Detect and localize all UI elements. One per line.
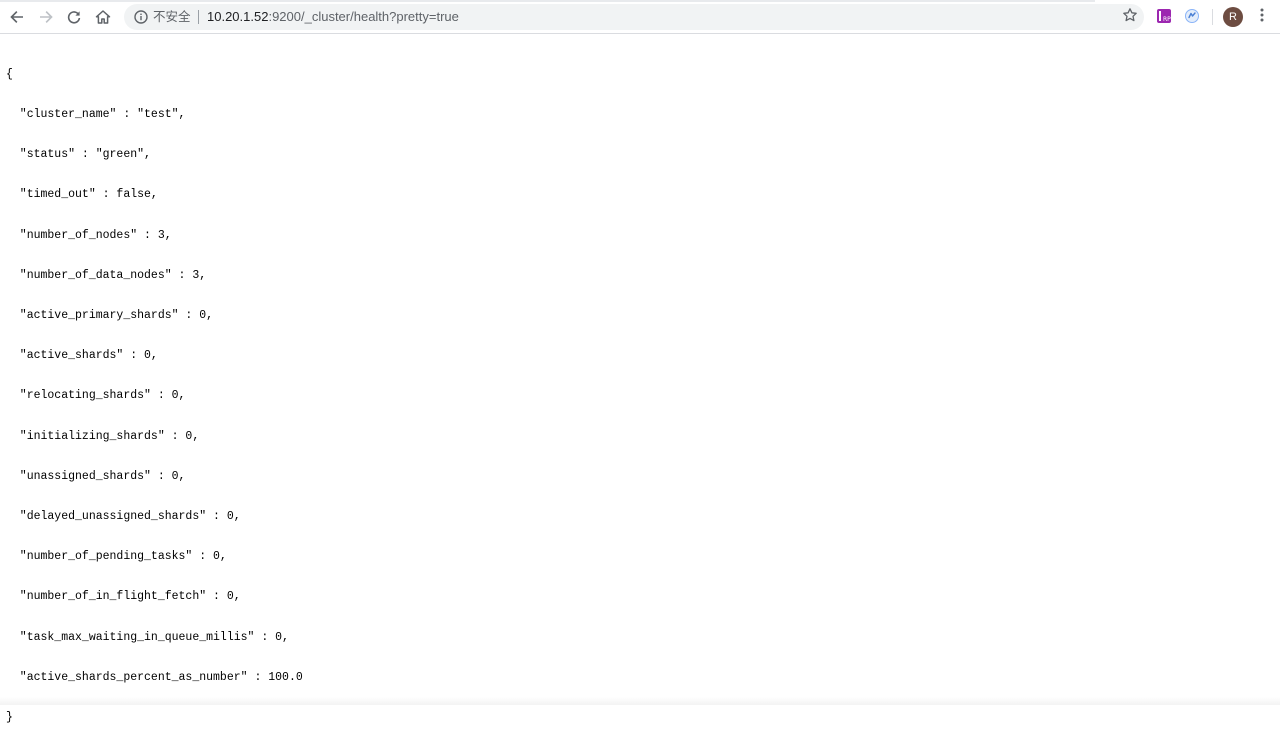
json-line: }	[6, 711, 1266, 724]
json-line: "relocating_shards" : 0,	[6, 389, 1266, 402]
profile-avatar[interactable]: R	[1223, 7, 1243, 27]
json-line: "active_primary_shards" : 0,	[6, 309, 1266, 322]
star-icon	[1122, 7, 1138, 28]
browser-toolbar: 不安全 10.20.1.52:9200/_cluster/health?pret…	[0, 0, 1280, 34]
back-button[interactable]	[5, 5, 29, 29]
json-line: "cluster_name" : "test",	[6, 108, 1266, 121]
url-text[interactable]: 10.20.1.52:9200/_cluster/health?pretty=t…	[207, 8, 459, 26]
kebab-menu-icon	[1254, 7, 1270, 28]
reload-button[interactable]	[62, 5, 86, 29]
json-line: "task_max_waiting_in_queue_millis" : 0,	[6, 631, 1266, 644]
home-icon	[95, 9, 111, 25]
json-line: "status" : "green",	[6, 148, 1266, 161]
info-icon[interactable]	[133, 9, 149, 25]
page-bottom-edge	[0, 697, 1280, 705]
json-line: "number_of_in_flight_fetch" : 0,	[6, 590, 1266, 603]
svg-text:RP: RP	[1163, 16, 1171, 23]
json-response-body: { "cluster_name" : "test", "status" : "g…	[6, 41, 1266, 738]
json-line: "number_of_nodes" : 3,	[6, 229, 1266, 242]
json-line: "initializing_shards" : 0,	[6, 430, 1266, 443]
forward-button[interactable]	[34, 5, 58, 29]
json-line: "number_of_data_nodes" : 3,	[6, 269, 1266, 282]
json-line: "active_shards_percent_as_number" : 100.…	[6, 671, 1266, 684]
json-line: "delayed_unassigned_shards" : 0,	[6, 510, 1266, 523]
arrow-right-icon	[38, 9, 54, 25]
bookmark-button[interactable]	[1119, 6, 1141, 28]
toolbar-divider	[1212, 9, 1213, 25]
omnibox-divider	[198, 10, 199, 24]
rp-extension-icon[interactable]: RP	[1156, 8, 1172, 24]
url-host: 10.20.1.52	[207, 9, 268, 24]
tab-strip-edge	[0, 0, 1095, 2]
reload-icon	[66, 9, 82, 25]
arrow-left-icon	[9, 9, 25, 25]
json-line: "timed_out" : false,	[6, 188, 1266, 201]
address-bar[interactable]: 不安全 10.20.1.52:9200/_cluster/health?pret…	[124, 4, 1144, 30]
json-line: "number_of_pending_tasks" : 0,	[6, 550, 1266, 563]
security-status-label[interactable]: 不安全	[153, 9, 191, 25]
json-line: {	[6, 68, 1266, 81]
menu-button[interactable]	[1252, 7, 1272, 27]
extension-icon[interactable]	[1184, 8, 1200, 24]
json-line: "active_shards" : 0,	[6, 349, 1266, 362]
home-button[interactable]	[91, 5, 115, 29]
json-line: "unassigned_shards" : 0,	[6, 470, 1266, 483]
url-path: :9200/_cluster/health?pretty=true	[268, 9, 458, 24]
